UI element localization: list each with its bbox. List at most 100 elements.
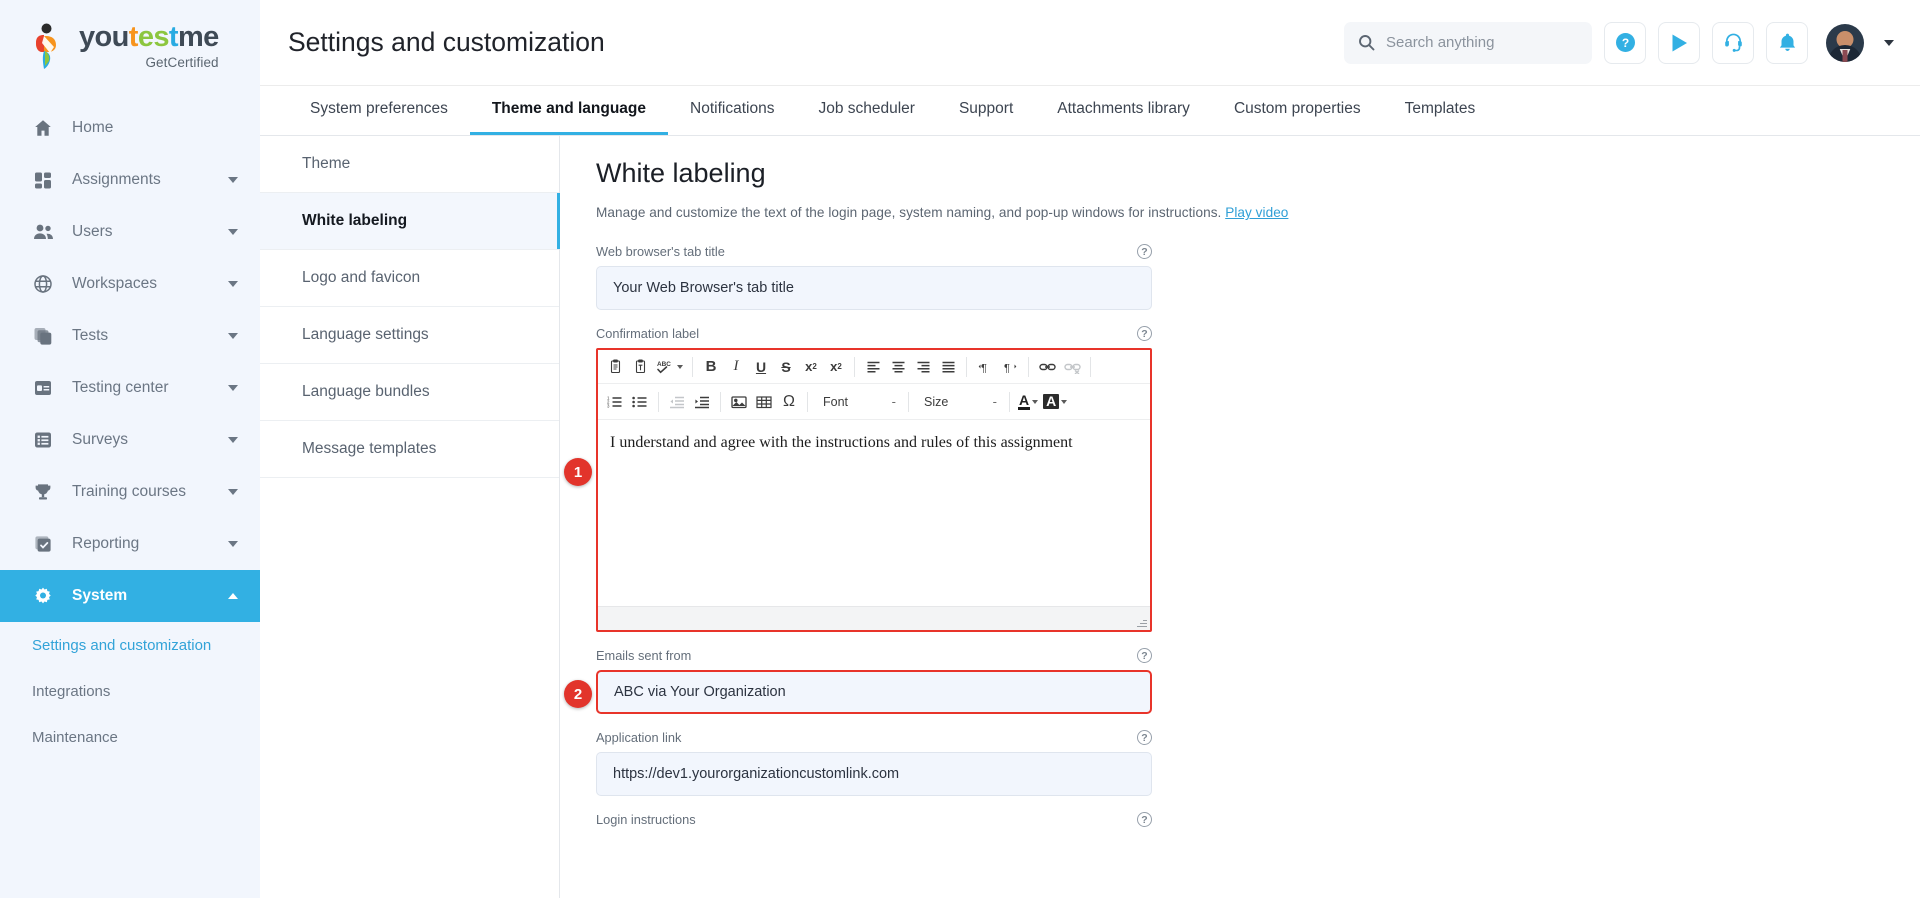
sidebar-item-workspaces[interactable]: Workspaces	[0, 258, 260, 310]
text-color-button[interactable]: A	[1016, 393, 1040, 410]
align-center-icon[interactable]	[886, 355, 910, 379]
chevron-down-icon[interactable]	[228, 385, 238, 391]
sidebar-item-system[interactable]: System	[0, 570, 260, 622]
sidebar-item-surveys[interactable]: Surveys	[0, 414, 260, 466]
chevron-down-icon[interactable]	[677, 364, 683, 369]
help-button[interactable]: ?	[1604, 21, 1646, 64]
brand-logo[interactable]: youtestme GetCertified	[0, 0, 260, 92]
paste-as-text-icon[interactable]	[628, 355, 652, 379]
align-left-icon[interactable]	[861, 355, 885, 379]
sidebar-item-label: System	[72, 587, 128, 604]
increase-indent-icon[interactable]	[690, 390, 714, 414]
chevron-down-icon[interactable]	[228, 489, 238, 495]
sidebar-item-testing-center[interactable]: Testing center	[0, 362, 260, 414]
section-item-message-templates[interactable]: Message templates	[260, 421, 559, 478]
chevron-down-icon[interactable]	[1061, 399, 1068, 404]
tab-notifications[interactable]: Notifications	[668, 86, 796, 135]
tab-theme-and-language[interactable]: Theme and language	[469, 86, 669, 135]
numbered-list-icon[interactable]: 123	[603, 390, 627, 414]
sidebar-item-reporting[interactable]: Reporting	[0, 518, 260, 570]
sidebar-item-users[interactable]: Users	[0, 206, 260, 258]
chevron-down-icon[interactable]	[228, 333, 238, 339]
sidebar-item-training-courses[interactable]: Training courses	[0, 466, 260, 518]
svg-text:¶: ¶	[1004, 362, 1010, 374]
search-box[interactable]	[1344, 21, 1592, 64]
background-color-button[interactable]: A	[1041, 394, 1069, 409]
tab-templates[interactable]: Templates	[1383, 86, 1498, 135]
bulleted-list-icon[interactable]	[628, 390, 652, 414]
sidebar-item-home[interactable]: Home	[0, 102, 260, 154]
application-link-input[interactable]: https://dev1.yourorganizationcustomlink.…	[596, 752, 1152, 796]
chevron-up-icon[interactable]	[228, 593, 238, 599]
help-circle-icon[interactable]: ?	[1137, 648, 1152, 663]
field-login-instructions: Login instructions ?	[596, 812, 1152, 827]
italic-icon[interactable]: I	[724, 355, 748, 379]
editor-toolbar-row-2: 123 Ω Font - Size - A A	[598, 384, 1150, 420]
emails-sent-from-input[interactable]: ABC via Your Organization	[596, 670, 1152, 714]
surveys-icon	[32, 429, 54, 451]
section-item-white-labeling[interactable]: White labeling	[260, 193, 560, 250]
notifications-button[interactable]	[1766, 21, 1808, 64]
align-justify-icon[interactable]	[936, 355, 960, 379]
play-button[interactable]	[1658, 21, 1700, 64]
testing-center-icon	[32, 377, 54, 399]
white-labeling-panel: White labeling Manage and customize the …	[560, 136, 1920, 898]
strikethrough-icon[interactable]: S	[774, 355, 798, 379]
avatar[interactable]	[1826, 23, 1864, 62]
help-circle-icon[interactable]: ?	[1137, 244, 1152, 259]
tab-custom-properties[interactable]: Custom properties	[1212, 86, 1383, 135]
table-icon[interactable]	[752, 390, 776, 414]
font-select[interactable]: Font -	[814, 390, 902, 414]
sidebar-subitem-label: Settings and customization	[32, 636, 212, 654]
sidebar-subitem-integrations[interactable]: Integrations	[0, 668, 260, 714]
user-menu-chevron-down-icon[interactable]	[1884, 39, 1894, 46]
play-icon	[1668, 32, 1690, 54]
bell-icon	[1777, 32, 1798, 53]
tab-system-preferences[interactable]: System preferences	[288, 86, 470, 135]
paste-icon[interactable]	[603, 355, 627, 379]
chevron-down-icon[interactable]	[228, 281, 238, 287]
brand-wordmark: youtestme	[79, 20, 219, 53]
size-select[interactable]: Size -	[915, 390, 1003, 414]
section-item-logo-and-favicon[interactable]: Logo and favicon	[260, 250, 559, 307]
tab-attachments-library[interactable]: Attachments library	[1035, 86, 1212, 135]
link-icon[interactable]	[1035, 355, 1059, 379]
tab-support[interactable]: Support	[937, 86, 1035, 135]
sidebar-subitem-maintenance[interactable]: Maintenance	[0, 714, 260, 760]
text-direction-rtl-icon[interactable]: ¶	[998, 355, 1022, 379]
subscript-icon[interactable]: x2	[799, 355, 823, 379]
spellcheck-icon[interactable]: ABC	[653, 355, 686, 379]
web-browser-tab-title-input[interactable]: Your Web Browser's tab title	[596, 266, 1152, 310]
help-circle-icon[interactable]: ?	[1137, 730, 1152, 745]
decrease-indent-icon	[665, 390, 689, 414]
sidebar-subitem-settings-and-customization[interactable]: Settings and customization	[0, 622, 260, 668]
chevron-down-icon[interactable]	[228, 437, 238, 443]
chevron-down-icon[interactable]	[228, 541, 238, 547]
underline-icon[interactable]: U	[749, 355, 773, 379]
sidebar-item-tests[interactable]: Tests	[0, 310, 260, 362]
bold-icon[interactable]: B	[699, 355, 723, 379]
search-input[interactable]	[1386, 34, 1578, 51]
chevron-down-icon[interactable]	[228, 229, 238, 235]
support-button[interactable]	[1712, 21, 1754, 64]
text-direction-ltr-icon[interactable]: ¶	[973, 355, 997, 379]
special-character-icon[interactable]: Ω	[777, 390, 801, 414]
resize-handle[interactable]	[1137, 617, 1147, 627]
section-item-language-settings[interactable]: Language settings	[260, 307, 559, 364]
help-circle-icon[interactable]: ?	[1137, 812, 1152, 827]
section-item-language-bundles[interactable]: Language bundles	[260, 364, 559, 421]
image-icon[interactable]	[727, 390, 751, 414]
chevron-down-icon[interactable]	[1032, 399, 1039, 404]
chevron-down-icon[interactable]	[228, 177, 238, 183]
confirmation-label-editor-content[interactable]: I understand and agree with the instruct…	[598, 420, 1150, 606]
tab-job-scheduler[interactable]: Job scheduler	[796, 86, 937, 135]
sidebar-item-assignments[interactable]: Assignments	[0, 154, 260, 206]
superscript-icon[interactable]: x2	[824, 355, 848, 379]
play-video-link[interactable]: Play video	[1225, 205, 1288, 220]
white-labeling-form: Web browser's tab title ? Your Web Brows…	[564, 244, 1152, 827]
section-item-theme[interactable]: Theme	[260, 136, 559, 193]
help-circle-icon[interactable]: ?	[1137, 326, 1152, 341]
confirmation-label-editor[interactable]: ABC B I U S x2 x2 ¶ ¶ 1 2 3 Ω Font - Siz…	[596, 348, 1152, 632]
align-right-icon[interactable]	[911, 355, 935, 379]
sidebar-item-label: Users	[72, 223, 113, 240]
